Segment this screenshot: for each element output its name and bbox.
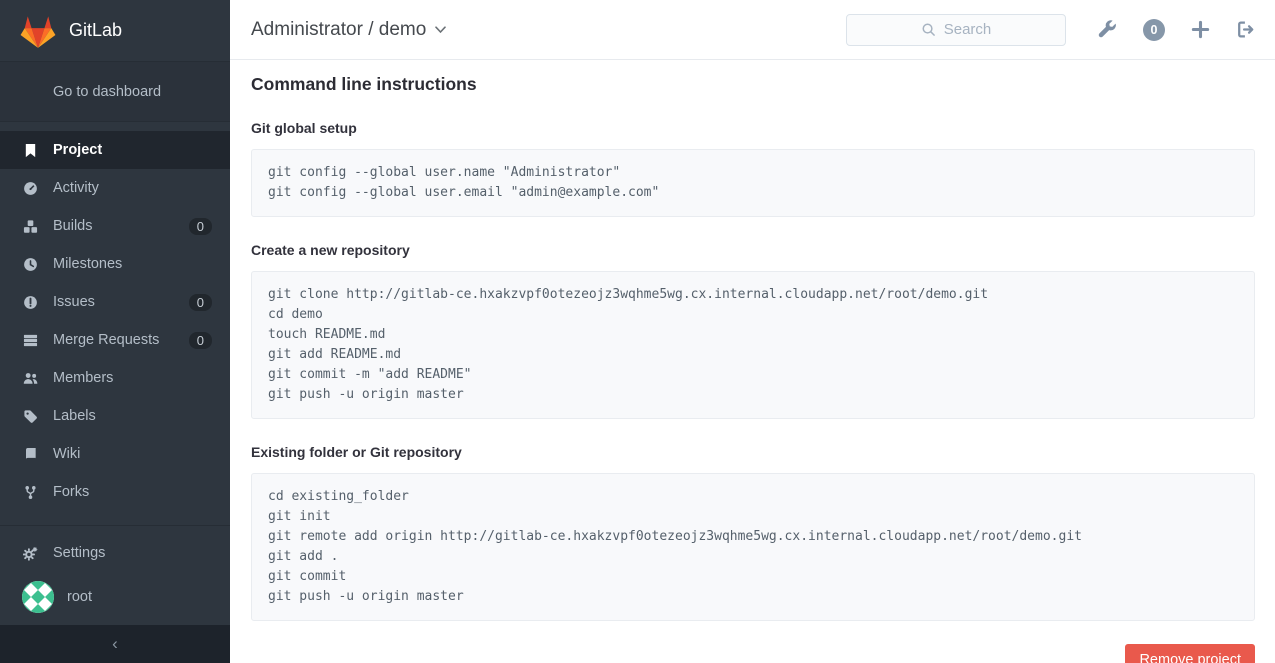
breadcrumb-label: Administrator / demo (251, 19, 426, 41)
code-line: git clone http://gitlab-ce.hxakzvpf0otez… (268, 285, 1238, 305)
sidebar-item-merge-requests[interactable]: Merge Requests 0 (0, 321, 230, 359)
sidebar-item-label: Labels (53, 408, 96, 424)
wrench-icon[interactable] (1098, 20, 1117, 39)
sign-out-icon[interactable] (1236, 20, 1255, 39)
chevron-left-icon: ‹ (112, 634, 118, 654)
sidebar-item-label: Milestones (53, 256, 122, 272)
count-badge: 0 (189, 294, 212, 311)
divider (0, 525, 230, 526)
remove-project-button[interactable]: Remove project (1125, 644, 1255, 663)
breadcrumb[interactable]: Administrator / demo (251, 19, 446, 41)
username-label: root (67, 589, 92, 605)
chevron-down-icon (435, 26, 446, 34)
exclamation-circle-icon (22, 295, 39, 310)
sidebar-item-builds[interactable]: Builds 0 (0, 207, 230, 245)
code-line: git config --global user.email "admin@ex… (268, 183, 1238, 203)
section-title-git-global-setup: Git global setup (251, 120, 1255, 136)
sidebar-item-wiki[interactable]: Wiki (0, 435, 230, 473)
sidebar-item-label: Issues (53, 294, 95, 310)
tag-icon (22, 409, 39, 424)
cubes-icon (22, 219, 39, 234)
page-title: Command line instructions (251, 74, 1255, 95)
fork-icon (22, 485, 39, 500)
sidebar-item-label: Merge Requests (53, 332, 159, 348)
sidebar-item-activity[interactable]: Activity (0, 169, 230, 207)
avatar (22, 581, 54, 613)
sidebar-collapse-toggle[interactable]: ‹ (0, 625, 230, 663)
sidebar-item-milestones[interactable]: Milestones (0, 245, 230, 283)
code-line: git remote add origin http://gitlab-ce.h… (268, 527, 1238, 547)
sidebar: GitLab Go to dashboard Project Activity … (0, 0, 230, 663)
sidebar-item-labels[interactable]: Labels (0, 397, 230, 435)
plus-icon[interactable] (1191, 20, 1210, 39)
book-icon (22, 447, 39, 462)
todos-count: 0 (1151, 23, 1158, 37)
sidebar-item-label: Wiki (53, 446, 80, 462)
code-line: git add . (268, 547, 1238, 567)
sidebar-item-forks[interactable]: Forks (0, 473, 230, 511)
main-area: Administrator / demo Search 0 Command li… (230, 0, 1275, 663)
count-badge: 0 (189, 218, 212, 235)
sidebar-item-label: Activity (53, 180, 99, 196)
bookmark-icon (22, 143, 39, 158)
brand-header[interactable]: GitLab (0, 0, 230, 62)
sidebar-item-label: Members (53, 370, 113, 386)
sidebar-item-label: Builds (53, 218, 93, 234)
code-line: git add README.md (268, 345, 1238, 365)
gitlab-logo-icon (19, 13, 57, 49)
sidebar-nav: Project Activity Builds 0 Milestones I (0, 122, 230, 511)
code-block-git-global-setup[interactable]: git config --global user.name "Administr… (251, 149, 1255, 217)
search-placeholder: Search (944, 21, 992, 38)
code-block-create-new-repository[interactable]: git clone http://gitlab-ce.hxakzvpf0otez… (251, 271, 1255, 419)
code-line: cd existing_folder (268, 487, 1238, 507)
code-line: git commit -m "add README" (268, 365, 1238, 385)
header-icons: 0 (1098, 19, 1255, 41)
code-line: touch README.md (268, 325, 1238, 345)
code-line: git push -u origin master (268, 385, 1238, 405)
code-block-existing-folder[interactable]: cd existing_folder git init git remote a… (251, 473, 1255, 621)
todos-count-badge[interactable]: 0 (1143, 19, 1165, 41)
sidebar-item-project[interactable]: Project (0, 131, 230, 169)
section-title-create-new-repository: Create a new repository (251, 242, 1255, 258)
sidebar-item-issues[interactable]: Issues 0 (0, 283, 230, 321)
gears-icon (22, 546, 39, 561)
code-line: git init (268, 507, 1238, 527)
sidebar-item-label: Settings (53, 545, 105, 561)
users-icon (22, 371, 39, 386)
merge-requests-icon (22, 333, 39, 348)
sidebar-item-members[interactable]: Members (0, 359, 230, 397)
go-to-dashboard-link[interactable]: Go to dashboard (0, 62, 230, 122)
sidebar-item-settings[interactable]: Settings (0, 534, 230, 572)
code-line: git commit (268, 567, 1238, 587)
count-badge: 0 (189, 332, 212, 349)
sidebar-item-label: Project (53, 142, 102, 158)
code-line: git config --global user.name "Administr… (268, 163, 1238, 183)
dashboard-icon (22, 181, 39, 196)
go-to-dashboard-label: Go to dashboard (53, 84, 161, 100)
sidebar-user[interactable]: root (0, 572, 230, 622)
sidebar-item-label: Forks (53, 484, 89, 500)
page-actions: Remove project (251, 621, 1255, 663)
code-line: cd demo (268, 305, 1238, 325)
code-line: git push -u origin master (268, 587, 1238, 607)
section-title-existing-folder: Existing folder or Git repository (251, 444, 1255, 460)
search-icon (921, 22, 936, 37)
search-input[interactable]: Search (846, 14, 1066, 46)
brand-name: GitLab (69, 20, 122, 41)
page-content: Command line instructions Git global set… (230, 60, 1275, 663)
top-bar: Administrator / demo Search 0 (230, 0, 1275, 60)
clock-icon (22, 257, 39, 272)
